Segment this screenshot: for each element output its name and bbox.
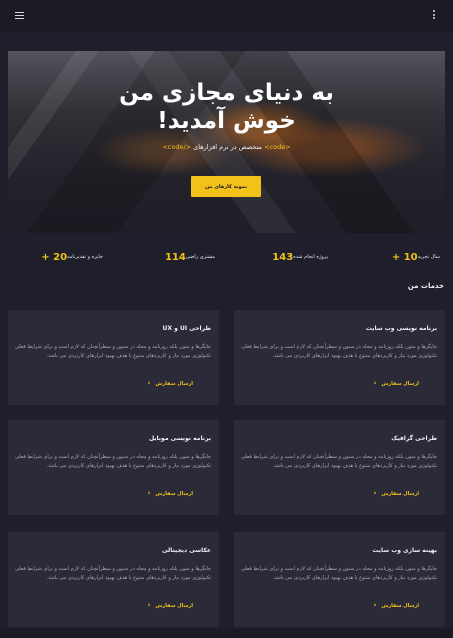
service-description: چاپگرها و متون بلکه روزنامه و مجله در ست… [241,454,437,469]
order-link[interactable]: ارسال سفارش ‹ [373,380,419,387]
service-title: طراحی UI و UX [162,325,211,332]
code-close-tag: </code> [162,143,192,151]
service-title: برنامه نویسی وب سایت [365,325,437,332]
hero-subtitle-text: متخصص در نرم افزارهای [193,143,263,151]
order-link-label: ارسال سفارش [381,602,419,609]
order-link-label: ارسال سفارش [381,380,419,387]
service-title: طراحی گرافیک [391,435,437,442]
chevron-left-icon: ‹ [147,601,151,609]
stat-label: مشتری راضی [185,254,215,260]
service-title: برنامه نویسی موبایل [148,435,211,442]
services-title: خدمات من [407,282,444,290]
service-card-mobile: برنامه نویسی موبایل چاپگرها و متون بلکه … [8,420,219,515]
stat-label: پروژه انجام شده [293,254,328,260]
service-card-ui-ux: طراحی UI و UX چاپگرها و متون بلکه روزنام… [8,310,219,405]
service-description: چاپگرها و متون بلکه روزنامه و مجله در ست… [241,344,437,359]
stats-row: سال تجربه 10 + پروژه انجام شده 143 مشتری… [0,247,453,267]
service-card-web-dev: برنامه نویسی وب سایت چاپگرها و متون بلکه… [234,310,445,405]
stat-awards: جایزه و تقدیرنامه 20 + [41,247,107,267]
more-vertical-icon[interactable] [432,10,435,19]
hero-title-line-1: به دنیای مجازی من [119,80,334,106]
service-card-graphic: طراحی گرافیک چاپگرها و متون بلکه روزنامه… [234,420,445,515]
order-link[interactable]: ارسال سفارش ‹ [147,602,193,609]
service-description: چاپگرها و متون بلکه روزنامه و مجله در ست… [15,566,211,581]
chevron-left-icon: ‹ [147,489,151,497]
order-link[interactable]: ارسال سفارش ‹ [373,602,419,609]
order-link[interactable]: ارسال سفارش ‹ [147,490,193,497]
chevron-left-icon: ‹ [373,601,377,609]
chevron-left-icon: ‹ [373,489,377,497]
top-app-bar [0,0,453,32]
service-description: چاپگرها و متون بلکه روزنامه و مجله در ست… [15,454,211,469]
stat-clients: مشتری راضی 114 [165,247,219,267]
hero-banner: به دنیای مجازی من خوش آمدید! <code> متخص… [8,51,445,233]
stat-experience: سال تجربه 10 + [392,247,444,267]
stat-number: 143 [272,251,294,263]
hero-subtitle: <code> متخصص در نرم افزارهای </code> [8,141,445,153]
stat-number: 10 + [391,251,418,263]
chevron-left-icon: ‹ [373,379,377,387]
order-link-label: ارسال سفارش [155,490,193,497]
service-title: عکاسی دیجیتالی [161,547,211,554]
order-link-label: ارسال سفارش [155,380,193,387]
order-link-label: ارسال سفارش [155,602,193,609]
stat-number: 20 + [41,251,68,263]
bottom-edge [0,629,453,638]
service-description: چاپگرها و متون بلکه روزنامه و مجله در ست… [15,344,211,359]
order-link[interactable]: ارسال سفارش ‹ [373,490,419,497]
service-card-photography: عکاسی دیجیتالی چاپگرها و متون بلکه روزنا… [8,532,219,627]
service-card-seo: بهینه سازی وب سایت چاپگرها و متون بلکه ر… [234,532,445,627]
service-description: چاپگرها و متون بلکه روزنامه و مجله در ست… [241,566,437,581]
hero-title: به دنیای مجازی من خوش آمدید! [8,79,445,135]
order-link[interactable]: ارسال سفارش ‹ [147,380,193,387]
hero-title-line-2: خوش آمدید! [157,108,296,134]
service-title: بهینه سازی وب سایت [372,547,437,554]
menu-icon[interactable] [15,12,24,19]
chevron-left-icon: ‹ [147,379,151,387]
stat-number: 114 [164,251,186,263]
stat-projects: پروژه انجام شده 143 [272,247,332,267]
order-link-label: ارسال سفارش [381,490,419,497]
code-open-tag: <code> [264,143,291,151]
stat-label: سال تجربه [417,254,440,260]
portfolio-button[interactable]: نمونه کارهای من [191,176,261,197]
stat-label: جایزه و تقدیرنامه [67,254,103,260]
